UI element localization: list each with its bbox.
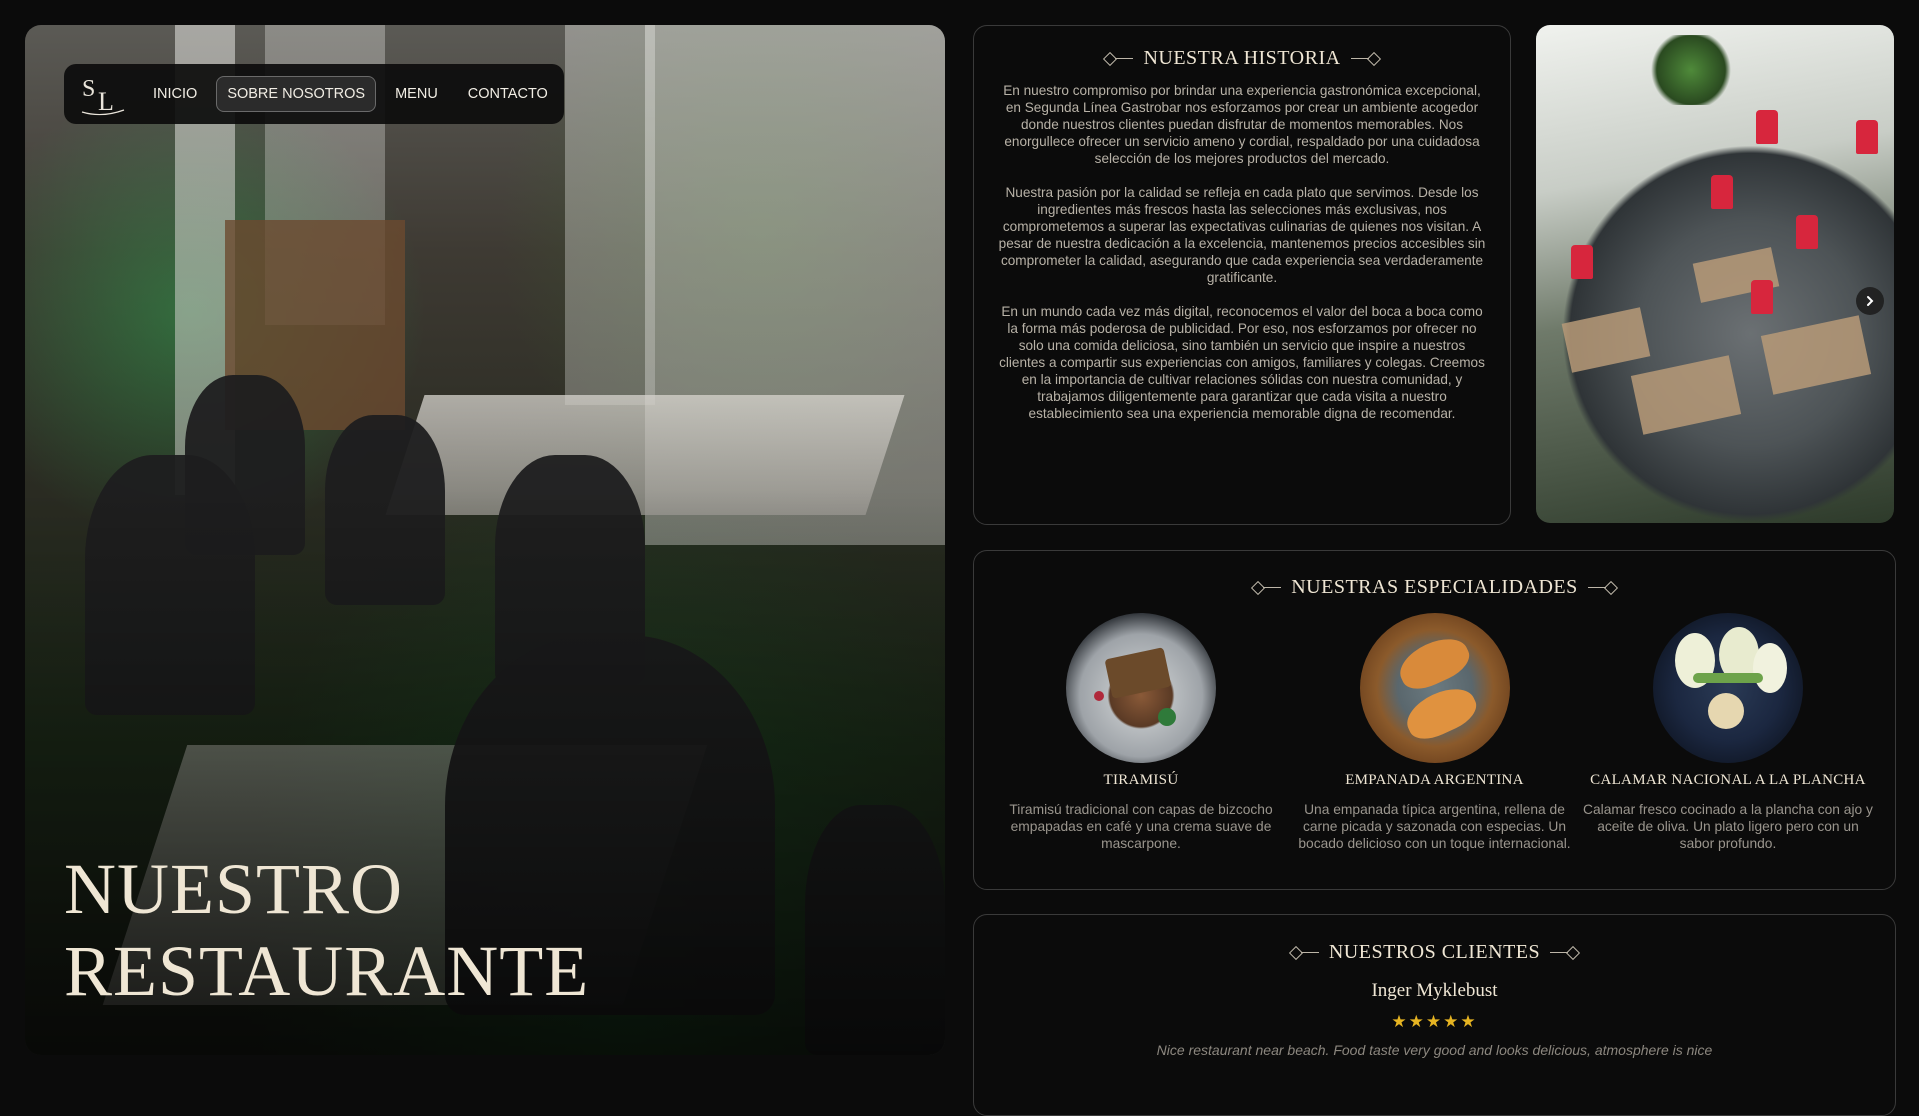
restaurant-photo-carousel: [1536, 25, 1894, 523]
dish-card: CALAMAR NACIONAL A LA PLANCHA Calamar fr…: [1583, 613, 1873, 852]
clients-panel: NUESTROS CLIENTES Inger Myklebust ★★★★★ …: [973, 914, 1896, 1116]
brand-logo[interactable]: S L: [76, 68, 128, 120]
ornament-right-icon: [1587, 580, 1618, 595]
main-nav: S L INICIO SOBRE NOSOTROS MENU CONTACTO: [64, 64, 564, 124]
history-heading-text: NUESTRA HISTORIA: [1143, 47, 1341, 69]
nav-item-sobre-nosotros[interactable]: SOBRE NOSOTROS: [216, 76, 377, 112]
ornament-left-icon: [1251, 580, 1282, 595]
chevron-right-icon: [1867, 296, 1874, 306]
nav-item-contacto[interactable]: CONTACTO: [457, 76, 559, 112]
nav-item-inicio[interactable]: INICIO: [142, 76, 208, 112]
hero-title: NUESTRO RESTAURANTE: [64, 848, 589, 1012]
history-heading: NUESTRA HISTORIA: [974, 47, 1510, 70]
dish-image-empanada: [1359, 613, 1510, 763]
review-author: Inger Myklebust: [1371, 980, 1498, 1001]
dish-name: TIRAMISÚ: [1103, 772, 1179, 788]
review-stars: ★★★★★: [1391, 1012, 1478, 1031]
specials-heading: NUESTRAS ESPECIALIDADES: [974, 576, 1895, 599]
dish-name: CALAMAR NACIONAL A LA PLANCHA: [1590, 772, 1866, 788]
ornament-left-icon: [1103, 51, 1134, 66]
dish-card: TIRAMISÚ Tiramisú tradicional con capas …: [996, 613, 1286, 852]
dish-image-tiramisu: [1066, 613, 1216, 763]
clients-heading-text: NUESTROS CLIENTES: [1328, 941, 1541, 963]
dish-image-calamar: [1653, 613, 1803, 763]
ornament-right-icon: [1350, 51, 1381, 66]
clients-heading: NUESTROS CLIENTES: [974, 941, 1895, 964]
dish-description: Una empanada típica argentina, rellena d…: [1298, 802, 1571, 851]
ornament-left-icon: [1288, 945, 1319, 960]
hero-title-line2: RESTAURANTE: [64, 931, 590, 1011]
history-panel: NUESTRA HISTORIA En nuestro compromiso p…: [973, 25, 1511, 525]
carousel-next-button[interactable]: [1856, 287, 1884, 315]
dish-description: Tiramisú tradicional con capas de bizcoc…: [1009, 802, 1273, 851]
nav-item-menu[interactable]: MENU: [384, 76, 449, 112]
dish-name: EMPANADA ARGENTINA: [1345, 772, 1524, 788]
svg-text:L: L: [98, 87, 114, 116]
history-paragraph: En nuestro compromiso por brindar una ex…: [1003, 83, 1481, 166]
sl-logo-icon: S L: [81, 76, 125, 116]
history-text: En nuestro compromiso por brindar una ex…: [974, 82, 1510, 422]
review-text: Nice restaurant near beach. Food taste v…: [1156, 1042, 1713, 1058]
specials-heading-text: NUESTRAS ESPECIALIDADES: [1291, 576, 1578, 598]
ornament-right-icon: [1550, 945, 1581, 960]
svg-text:S: S: [82, 76, 95, 102]
history-paragraph: En un mundo cada vez más digital, recono…: [999, 304, 1485, 421]
history-paragraph: Nuestra pasión por la calidad se refleja…: [998, 185, 1486, 285]
specials-panel: NUESTRAS ESPECIALIDADES TIRAMISÚ Tiramis…: [973, 550, 1896, 890]
dish-card: EMPANADA ARGENTINA Una empanada típica a…: [1290, 613, 1580, 852]
hero-title-line1: NUESTRO: [64, 849, 404, 929]
dish-description: Calamar fresco cocinado a la plancha con…: [1583, 802, 1873, 851]
